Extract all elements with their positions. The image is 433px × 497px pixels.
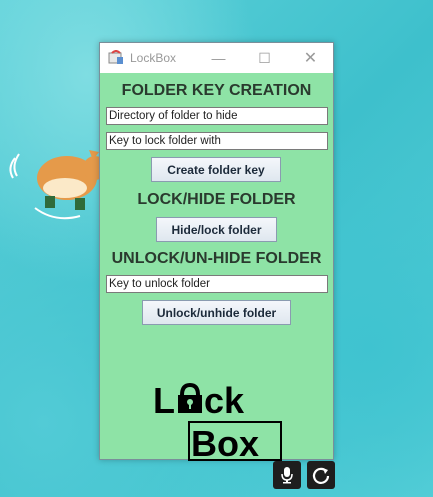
microphone-button[interactable] bbox=[273, 461, 301, 489]
svg-text:Box: Box bbox=[191, 423, 259, 461]
maximize-button[interactable]: ☐ bbox=[242, 43, 287, 73]
window-content: FOLDER KEY CREATION Directory of folder … bbox=[100, 73, 335, 489]
heading-unlock-unhide-folder: UNLOCK/UN-HIDE FOLDER bbox=[111, 250, 322, 267]
close-button[interactable]: ✕ bbox=[288, 43, 333, 73]
svg-text:ck: ck bbox=[204, 381, 245, 421]
padlock-icon bbox=[178, 382, 202, 413]
hide-lock-folder-button[interactable]: Hide/lock folder bbox=[156, 217, 277, 242]
title-bar[interactable]: LockBox — ☐ ✕ bbox=[100, 43, 333, 73]
svg-text:L: L bbox=[153, 381, 175, 421]
microphone-icon bbox=[281, 467, 293, 484]
create-folder-key-button[interactable]: Create folder key bbox=[151, 157, 281, 182]
window-title: LockBox bbox=[130, 51, 177, 65]
directory-input[interactable]: Directory of folder to hide bbox=[106, 107, 328, 125]
wallpaper-dog-illustration bbox=[9, 150, 105, 220]
lockbox-window: LockBox — ☐ ✕ FOLDER KEY CREATION Direct… bbox=[99, 42, 335, 489]
refresh-icon bbox=[312, 467, 330, 484]
lockbox-logo: L ck Box bbox=[153, 381, 282, 461]
minimize-button[interactable]: — bbox=[196, 43, 241, 73]
app-icon bbox=[108, 50, 123, 64]
unlock-unhide-folder-button[interactable]: Unlock/unhide folder bbox=[142, 300, 291, 325]
refresh-button[interactable] bbox=[307, 461, 335, 489]
heading-folder-key-creation: FOLDER KEY CREATION bbox=[121, 82, 312, 99]
lock-key-input[interactable]: Key to lock folder with bbox=[106, 132, 328, 150]
heading-lock-hide-folder: LOCK/HIDE FOLDER bbox=[137, 191, 296, 208]
unlock-key-input[interactable]: Key to unlock folder bbox=[106, 275, 328, 293]
